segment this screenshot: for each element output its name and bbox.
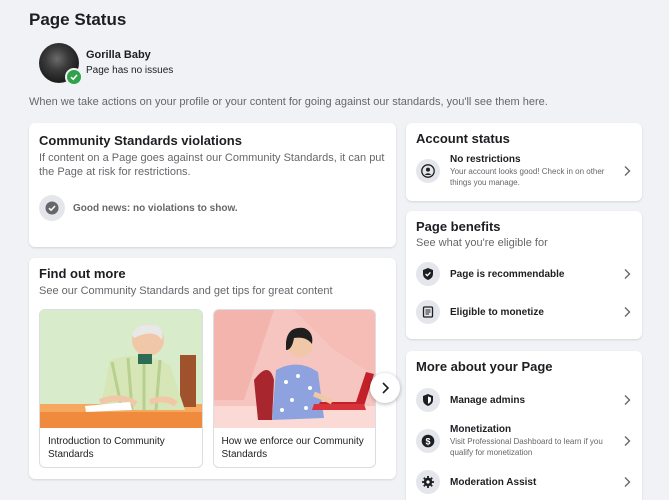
- violations-title: Community Standards violations: [39, 133, 242, 148]
- chevron-right-icon: [622, 434, 632, 448]
- man-reading-illustration: [40, 310, 202, 428]
- shield-icon: [416, 388, 440, 412]
- chevron-right-icon: [622, 305, 632, 319]
- account-status-row[interactable]: No restrictions Your account looks good!…: [416, 154, 632, 188]
- profile-summary[interactable]: Gorilla Baby Page has no issues: [39, 43, 174, 86]
- good-news-row: Good news: no violations to show.: [39, 195, 386, 221]
- svg-text:$: $: [425, 436, 430, 446]
- avatar[interactable]: [39, 43, 83, 86]
- more-label: Moderation Assist: [450, 476, 537, 488]
- carousel-next-button[interactable]: [370, 373, 400, 403]
- violations-card: Community Standards violations If conten…: [29, 123, 396, 247]
- page-benefits-subtitle: See what you're eligible for: [416, 237, 548, 249]
- tip-caption[interactable]: How we enforce our Community Standards: [214, 428, 376, 467]
- page-benefits-title: Page benefits: [416, 219, 501, 234]
- dollar-icon: $: [416, 429, 440, 453]
- profile-status: Page has no issues: [86, 65, 174, 76]
- document-icon: [416, 300, 440, 324]
- more-title: More about your Page: [416, 359, 553, 374]
- find-out-subtitle: See our Community Standards and get tips…: [39, 285, 333, 297]
- benefit-label: Eligible to monetize: [450, 306, 544, 318]
- chevron-right-icon: [622, 393, 632, 407]
- profile-name[interactable]: Gorilla Baby: [86, 48, 173, 62]
- find-out-title: Find out more: [39, 266, 126, 281]
- more-row-moderation-assist[interactable]: Moderation Assist: [416, 470, 632, 494]
- benefit-row-recommendable[interactable]: Page is recommendable: [416, 262, 632, 286]
- chevron-right-icon: [382, 382, 390, 394]
- account-status-card: Account status No restrictions Your acco…: [406, 123, 642, 201]
- benefit-row-monetize[interactable]: Eligible to monetize: [416, 300, 632, 324]
- tip-card-intro-community-standards[interactable]: Introduction to Community Standards: [39, 309, 203, 468]
- page-title: Page Status: [29, 10, 127, 29]
- gear-icon: [416, 470, 440, 494]
- account-status-title: Account status: [416, 131, 510, 146]
- tip-caption[interactable]: Introduction to Community Standards: [40, 428, 202, 467]
- violations-description: If content on a Page goes against our Co…: [39, 152, 385, 178]
- more-about-page-card: More about your Page Manage admins $ Mon…: [406, 351, 642, 500]
- chevron-right-icon: [622, 164, 632, 178]
- more-row-manage-admins[interactable]: Manage admins: [416, 388, 632, 412]
- checkmark-icon: [39, 195, 65, 221]
- account-status-desc: Your account looks good! Check in on oth…: [450, 167, 605, 187]
- good-news-text: Good news: no violations to show.: [73, 202, 238, 214]
- find-out-more-card: Find out more See our Community Standard…: [29, 258, 396, 479]
- more-label: Manage admins: [450, 394, 526, 406]
- chevron-right-icon: [622, 267, 632, 281]
- page-benefits-card: Page benefits See what you're eligible f…: [406, 211, 642, 339]
- chevron-right-icon: [622, 475, 632, 489]
- intro-text: When we take actions on your profile or …: [29, 96, 548, 108]
- more-label: Monetization: [450, 424, 512, 435]
- tip-card-how-we-enforce[interactable]: How we enforce our Community Standards: [212, 309, 376, 468]
- account-status-label: No restrictions: [450, 154, 521, 165]
- shield-check-icon: [416, 262, 440, 286]
- more-row-monetization[interactable]: $ Monetization Visit Professional Dashbo…: [416, 424, 632, 458]
- more-desc: Visit Professional Dashboard to learn if…: [450, 437, 603, 457]
- woman-laptop-illustration: [213, 310, 375, 428]
- benefit-label: Page is recommendable: [450, 268, 565, 280]
- user-icon: [416, 159, 440, 183]
- check-badge-icon: [65, 68, 83, 86]
